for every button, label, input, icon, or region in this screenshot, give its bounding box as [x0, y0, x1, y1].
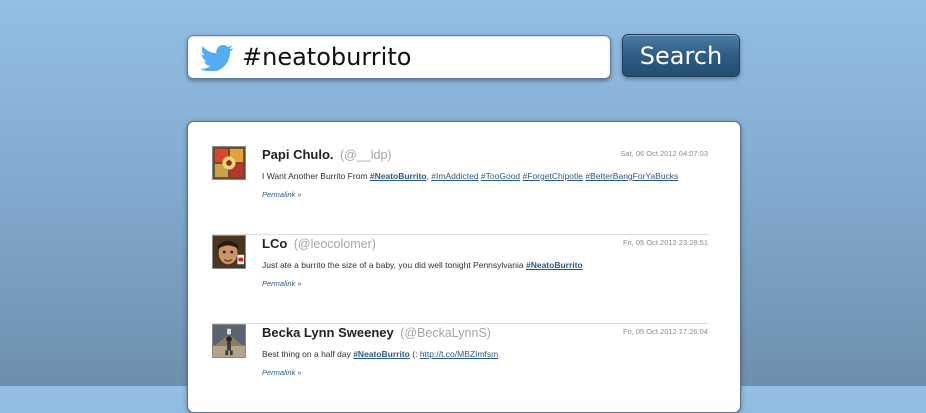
search-input[interactable] — [242, 41, 592, 73]
permalink-link[interactable]: Permalink » — [262, 279, 302, 288]
tweet-header: Becka Lynn Sweeney (@BeckaLynnS) — [262, 324, 491, 342]
tweet-item: Papi Chulo. (@__ldp) Sat, 06 Oct 2012 04… — [212, 146, 708, 235]
user-name[interactable]: Papi Chulo. — [262, 147, 334, 162]
tweet-text: I Want Another Burrito From #NeatoBurrit… — [262, 171, 679, 181]
tweet-timestamp: Sat, 06 Oct 2012 04:07:03 — [620, 149, 708, 158]
url-link[interactable]: http://t.co/MBZImfsm — [420, 349, 498, 359]
hashtag-link[interactable]: #NeatoBurrito — [353, 349, 410, 359]
user-handle[interactable]: (@__ldp) — [340, 148, 392, 162]
tweet-header: LCo (@leocolomer) — [262, 235, 376, 253]
avatar-face-photo-icon — [213, 236, 245, 268]
tweet-timestamp: Fri, 05 Oct 2012 17:26:04 — [622, 327, 708, 336]
hashtag-link[interactable]: #ImAddicted — [431, 171, 478, 181]
hashtag-link[interactable]: #TooGood — [481, 171, 520, 181]
twitter-bird-icon — [200, 45, 234, 71]
permalink-link[interactable]: Permalink » — [262, 368, 302, 377]
user-avatar[interactable] — [212, 235, 246, 269]
user-handle[interactable]: (@BeckaLynnS) — [400, 326, 491, 340]
hashtag-link[interactable]: #BetterBangForYaBucks — [585, 171, 678, 181]
results-panel: Papi Chulo. (@__ldp) Sat, 06 Oct 2012 04… — [187, 121, 741, 413]
tweet-item: LCo (@leocolomer) Fri, 05 Oct 2012 23:28… — [212, 235, 708, 324]
search-button[interactable]: Search — [622, 34, 740, 77]
tweet-text: Best thing on a half day #NeatoBurrito (… — [262, 349, 498, 359]
avatar-bowling-photo-icon — [213, 325, 245, 357]
user-avatar[interactable] — [212, 146, 246, 180]
tweet-text-content: (: — [409, 349, 420, 359]
tweet-text: Just ate a burrito the size of a baby, y… — [262, 260, 583, 270]
user-handle[interactable]: (@leocolomer) — [294, 237, 376, 251]
tweet-text-content: Best thing on a half day — [262, 349, 354, 359]
search-box[interactable] — [187, 35, 611, 79]
hashtag-link[interactable]: #NeatoBurrito — [370, 171, 427, 181]
user-name[interactable]: Becka Lynn Sweeney — [262, 325, 394, 340]
hashtag-link[interactable]: #NeatoBurrito — [526, 260, 583, 270]
tweet-item: Becka Lynn Sweeney (@BeckaLynnS) Fri, 05… — [212, 324, 708, 412]
tweet-header: Papi Chulo. (@__ldp) — [262, 146, 392, 164]
tweet-text-content: Just ate a burrito the size of a baby, y… — [262, 260, 526, 270]
tweet-timestamp: Fri, 05 Oct 2012 23:28:51 — [622, 238, 708, 247]
hashtag-link[interactable]: #ForgetChipotle — [523, 171, 583, 181]
permalink-link[interactable]: Permalink » — [262, 190, 302, 199]
tweet-text-content: I Want Another Burrito From — [262, 171, 370, 181]
avatar-colorful-pattern-icon — [213, 147, 245, 179]
user-avatar[interactable] — [212, 324, 246, 358]
user-name[interactable]: LCo — [262, 236, 287, 251]
